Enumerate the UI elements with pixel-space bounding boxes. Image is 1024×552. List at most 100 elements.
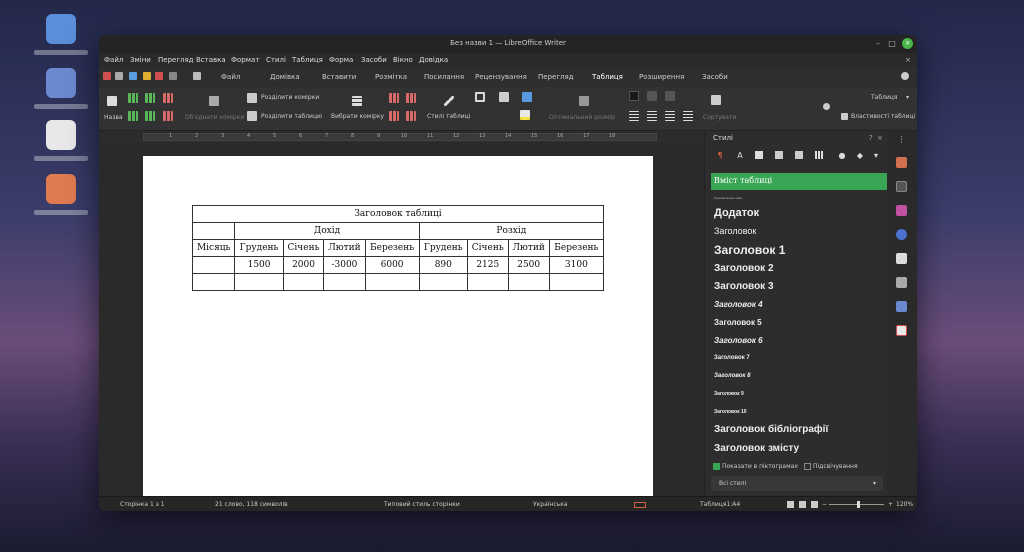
table-cell[interactable]	[364, 273, 420, 291]
document-close-button[interactable]: ×	[905, 56, 911, 64]
style-filter-select[interactable]: Всі стилі ▾	[711, 476, 883, 491]
tab-insert[interactable]: Вставити	[322, 73, 356, 81]
style-actions-chevron-icon[interactable]: ▾	[871, 151, 881, 161]
cell-background-icon[interactable]	[520, 110, 530, 120]
fill-format-icon[interactable]: ●	[837, 151, 847, 161]
select-row-icon[interactable]	[389, 93, 399, 103]
delete-table-icon[interactable]	[406, 111, 416, 121]
table-cell[interactable]	[282, 273, 325, 291]
style-item[interactable]: Заголовок 4	[714, 300, 763, 309]
table-header-cell[interactable]: Грудень	[234, 239, 284, 257]
delete-rows-icon[interactable]	[163, 93, 173, 103]
print-icon[interactable]	[193, 72, 201, 80]
sidebar-close-button[interactable]: ×	[877, 134, 883, 142]
table-header-cell[interactable]: Грудень	[418, 239, 468, 257]
menu-insert[interactable]: Вставка	[196, 56, 226, 64]
styles-deck-icon[interactable]	[896, 181, 907, 192]
sidebar-help-button[interactable]: ?	[869, 134, 873, 142]
book-view-icon[interactable]	[811, 501, 818, 508]
table-cell[interactable]	[466, 273, 509, 291]
tab-home[interactable]: Домівка	[270, 73, 300, 81]
table-cell[interactable]	[234, 273, 284, 291]
zoom-level[interactable]: 120%	[896, 501, 913, 508]
close-button[interactable]: ×	[902, 38, 913, 49]
table-cell[interactable]	[548, 273, 605, 291]
table-cell[interactable]: 2125	[466, 256, 509, 274]
table-properties-button[interactable]: Властивості таблиці	[851, 113, 915, 120]
zoom-in-button[interactable]: +	[888, 501, 893, 508]
optimal-size-icon[interactable]	[579, 96, 589, 106]
table-cell[interactable]: 6000	[364, 256, 420, 274]
more-options-icon[interactable]: ⋮	[896, 135, 907, 146]
frame-styles-icon[interactable]	[755, 151, 763, 159]
table-styles-category-icon[interactable]	[815, 151, 823, 159]
table-dropdown[interactable]: Таблиця	[871, 94, 897, 101]
table-title-cell[interactable]: Заголовок таблиці	[192, 205, 604, 223]
menu-form[interactable]: Форма	[329, 56, 353, 64]
table-header-cell[interactable]: Лютий	[323, 239, 366, 257]
style-inspector-deck-icon[interactable]	[896, 277, 907, 288]
insert-columns-before-icon[interactable]	[128, 111, 138, 121]
horizontal-ruler[interactable]: 1 2 3 4 5 6 7 8 9 10 11 12 13 14 15 16 1…	[99, 131, 704, 143]
design-deck-icon[interactable]	[896, 325, 907, 336]
sort-icon[interactable]	[711, 95, 721, 105]
table-cell-empty[interactable]	[191, 222, 236, 240]
delete-columns-icon[interactable]	[163, 111, 173, 121]
split-table-icon[interactable]	[247, 111, 257, 121]
page-count[interactable]: Сторінка 1 з 1	[120, 501, 165, 508]
style-item[interactable]: Додаток	[714, 207, 759, 219]
table-cell[interactable]	[418, 273, 468, 291]
table-group-expense[interactable]: Розхід	[418, 222, 605, 240]
align-right-icon[interactable]	[665, 111, 675, 121]
menu-tools[interactable]: Засоби	[361, 56, 387, 64]
new-style-icon[interactable]: ◆	[855, 151, 865, 161]
table-cell-status[interactable]: Таблиця1:A4	[700, 501, 740, 508]
show-previews-checkbox[interactable]: Показати в піктограмах	[713, 463, 798, 470]
desktop-icon-app[interactable]	[46, 68, 76, 98]
style-item[interactable]: Заголовок змісту	[714, 443, 799, 454]
align-top-icon[interactable]	[629, 91, 639, 101]
menu-file[interactable]: Файл	[104, 56, 123, 64]
chevron-down-icon[interactable]: ▾	[906, 94, 909, 101]
justify-icon[interactable]	[683, 111, 693, 121]
table-header-cell[interactable]: Лютий	[507, 239, 550, 257]
align-bottom-icon[interactable]	[665, 91, 675, 101]
borders-icon[interactable]	[475, 92, 485, 102]
select-cell-button[interactable]: Вибрати комірку	[331, 113, 384, 120]
table-header-cell[interactable]: Січень	[466, 239, 509, 257]
split-cells-icon[interactable]	[247, 93, 257, 103]
optimal-size-button[interactable]: Оптимальний розмір	[549, 114, 615, 121]
menu-window[interactable]: Вікно	[393, 56, 413, 64]
menu-styles[interactable]: Стилі	[266, 56, 286, 64]
insert-rows-below-icon[interactable]	[145, 93, 155, 103]
tab-review[interactable]: Рецензування	[475, 73, 527, 81]
table-cell-cursor[interactable]	[191, 256, 236, 274]
desktop-icon-presentation[interactable]	[46, 174, 76, 204]
desktop-icon-document[interactable]	[46, 120, 76, 150]
gallery-deck-icon[interactable]	[896, 205, 907, 216]
menu-table[interactable]: Таблиця	[292, 56, 323, 64]
style-item[interactable]: Заголовок 3	[714, 281, 774, 292]
insert-rows-above-icon[interactable]	[128, 93, 138, 103]
merge-cells-icon[interactable]	[209, 96, 219, 106]
tab-layout[interactable]: Розмітка	[375, 73, 407, 81]
style-item[interactable]: Заголовок 9	[714, 391, 744, 397]
style-item[interactable]: Заголовок 2	[714, 263, 774, 274]
table-cell[interactable]: 2500	[507, 256, 550, 274]
menu-view[interactable]: Перегляд	[158, 56, 194, 64]
split-cells-button[interactable]: Розділити комірки	[261, 94, 319, 101]
split-table-button[interactable]: Розділити таблицю	[261, 113, 322, 120]
style-item[interactable]: Заголовок 6	[714, 336, 763, 345]
insert-mode-icon[interactable]	[634, 502, 646, 508]
style-item[interactable]: Заголовок 1	[714, 243, 785, 257]
tab-view[interactable]: Перегляд	[538, 73, 574, 81]
style-item[interactable]: Горизонтальна лінія	[714, 196, 742, 200]
table-cell[interactable]: 3100	[548, 256, 605, 274]
language-status[interactable]: Українська	[533, 501, 568, 508]
document-page[interactable]: Заголовок таблиці Дохід Розхід Місяць Гр…	[143, 156, 653, 501]
multi-page-view-icon[interactable]	[799, 501, 806, 508]
tab-table[interactable]: Таблиця	[592, 73, 623, 81]
character-styles-icon[interactable]: A	[735, 151, 745, 161]
style-item[interactable]: Заголовок	[714, 226, 756, 236]
style-item[interactable]: Заголовок 5	[714, 318, 762, 327]
